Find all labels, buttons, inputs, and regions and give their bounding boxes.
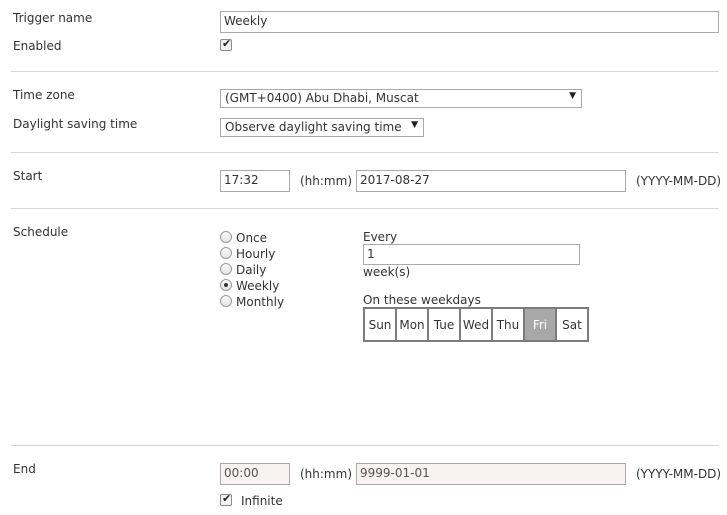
timezone-select[interactable]: (GMT+0400) Abu Dhabi, Muscat ▼	[220, 89, 582, 108]
schedule-daily-label: Daily	[236, 263, 267, 277]
section-divider	[11, 71, 719, 72]
dropdown-arrow-icon: ▼	[569, 91, 576, 101]
end-date-input[interactable]: 9999-01-01	[356, 463, 626, 485]
every-label: Every	[363, 230, 398, 244]
weekday-mon[interactable]: Mon	[395, 307, 429, 342]
weekday-thu[interactable]: Thu	[491, 307, 525, 342]
infinite-label: Infinite	[241, 494, 283, 508]
interval-unit-label: week(s)	[363, 265, 411, 279]
dst-label: Daylight saving time	[13, 117, 138, 131]
weekdays-label: On these weekdays	[363, 293, 481, 307]
enabled-checkbox[interactable]: ✔	[220, 37, 232, 51]
schedule-once-radio[interactable]	[220, 231, 232, 243]
enabled-label: Enabled	[13, 39, 62, 53]
dst-select[interactable]: Observe daylight saving time ▼	[220, 118, 424, 137]
schedule-weekly-radio[interactable]	[220, 279, 232, 291]
start-time-hint: (hh:mm)	[300, 174, 352, 188]
section-divider	[11, 445, 719, 446]
start-date-input[interactable]: 2017-08-27	[356, 170, 626, 192]
schedule-hourly-label: Hourly	[236, 247, 276, 261]
timezone-label: Time zone	[13, 88, 75, 102]
schedule-label: Schedule	[13, 225, 69, 239]
timezone-value: (GMT+0400) Abu Dhabi, Muscat	[225, 91, 419, 105]
schedule-monthly-radio[interactable]	[220, 295, 232, 307]
schedule-monthly-label: Monthly	[236, 295, 285, 309]
trigger-name-input[interactable]: Weekly	[220, 11, 719, 33]
weekday-wed[interactable]: Wed	[459, 307, 493, 342]
infinite-checkbox[interactable]: ✔	[220, 492, 232, 506]
weekday-sun[interactable]: Sun	[363, 307, 397, 342]
end-time-input[interactable]: 00:00	[220, 463, 290, 485]
start-time-input[interactable]: 17:32	[220, 170, 290, 192]
end-time-hint: (hh:mm)	[300, 467, 352, 481]
dropdown-arrow-icon: ▼	[411, 120, 418, 130]
schedule-daily-radio[interactable]	[220, 263, 232, 275]
checkmark-icon: ✔	[222, 492, 232, 505]
weekday-tue[interactable]: Tue	[427, 307, 461, 342]
schedule-once-label: Once	[236, 231, 268, 245]
trigger-name-label: Trigger name	[13, 11, 93, 25]
section-divider	[11, 152, 719, 153]
end-date-hint: (YYYY-MM-DD)	[636, 467, 722, 481]
section-divider	[11, 208, 719, 209]
weekday-selector: Sun Mon Tue Wed Thu Fri Sat	[363, 307, 589, 342]
start-date-hint: (YYYY-MM-DD)	[636, 174, 722, 188]
end-label: End	[13, 462, 36, 476]
every-input[interactable]: 1	[363, 244, 580, 265]
checkmark-icon: ✔	[222, 37, 232, 50]
dst-value: Observe daylight saving time	[225, 120, 402, 134]
schedule-weekly-label: Weekly	[236, 279, 280, 293]
weekday-sat[interactable]: Sat	[555, 307, 589, 342]
start-label: Start	[13, 169, 43, 183]
weekday-fri[interactable]: Fri	[523, 307, 557, 342]
schedule-hourly-radio[interactable]	[220, 247, 232, 259]
